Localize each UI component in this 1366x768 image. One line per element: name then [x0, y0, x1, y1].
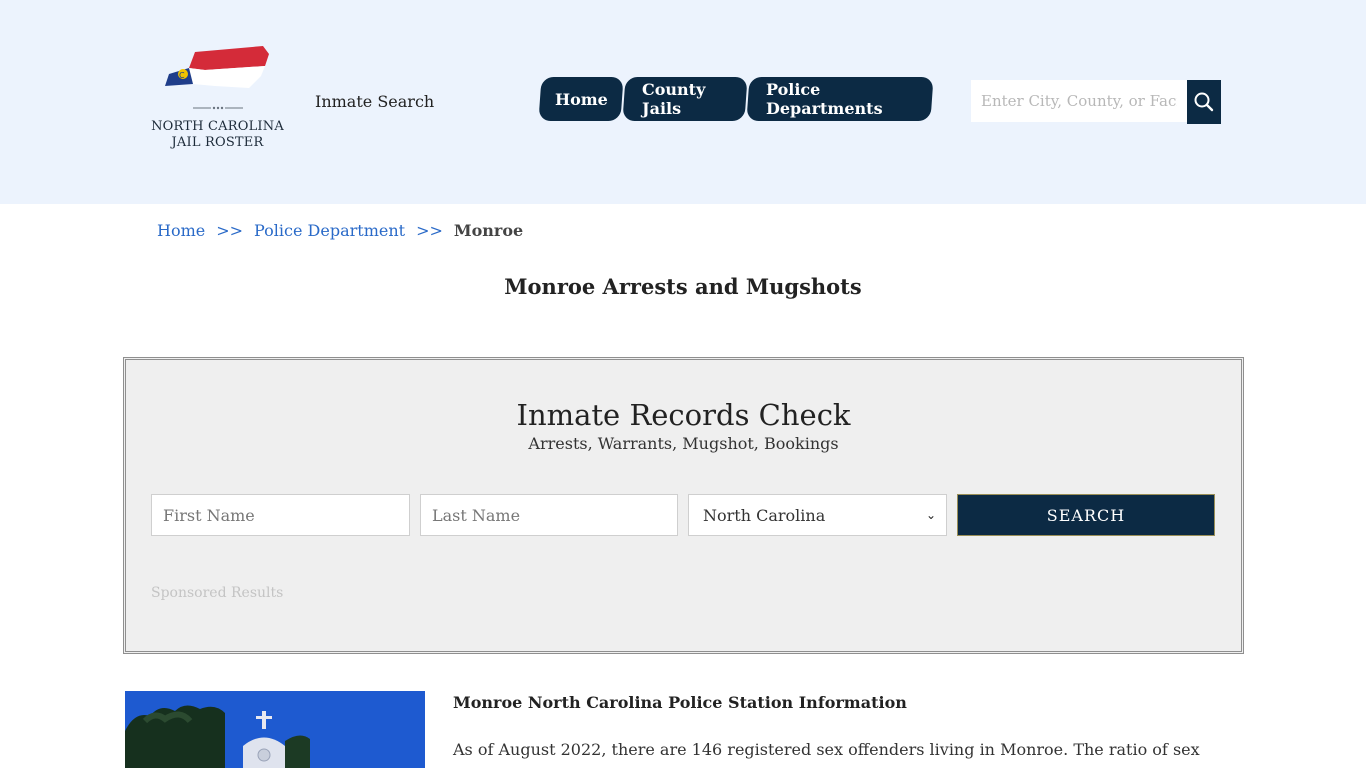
nav-home-label: Home — [554, 89, 608, 109]
breadcrumb-police-department[interactable]: Police Department — [254, 221, 405, 240]
breadcrumb-home[interactable]: Home — [157, 221, 205, 240]
site-header: C NORTH CAROLINA JAIL ROSTER Inmate Sear… — [0, 0, 1366, 204]
breadcrumb-separator: >> — [216, 221, 244, 240]
info-text: As of August 2022, there are 146 registe… — [453, 740, 1200, 768]
state-select[interactable]: North Carolina ⌄ — [688, 494, 947, 536]
building-photo-icon — [125, 691, 425, 768]
sponsored-results-label: Sponsored Results — [151, 585, 284, 601]
site-search-button[interactable] — [1187, 80, 1221, 124]
nav-county-jails-label: County Jails — [642, 80, 706, 118]
breadcrumb-current: Monroe — [453, 221, 524, 240]
last-name-input[interactable] — [420, 494, 678, 536]
site-logo[interactable]: C NORTH CAROLINA JAIL ROSTER — [145, 44, 290, 154]
site-search — [971, 80, 1221, 124]
info-title: Monroe North Carolina Police Station Inf… — [453, 693, 907, 712]
nav-county-jails[interactable]: County Jails — [622, 77, 748, 121]
logo-line-2: JAIL ROSTER — [171, 135, 264, 150]
police-station-photo — [125, 691, 425, 768]
records-title: Inmate Records Check — [516, 398, 851, 432]
site-search-input[interactable] — [971, 80, 1187, 122]
logo-line-1: NORTH CAROLINA — [151, 119, 284, 134]
breadcrumb-separator: >> — [416, 221, 443, 240]
inmate-search-link[interactable]: Inmate Search — [315, 92, 434, 111]
first-name-input[interactable] — [151, 494, 410, 536]
svg-text:C: C — [179, 71, 185, 80]
records-search-button[interactable]: SEARCH — [957, 494, 1215, 536]
nav-police-departments-label: Police Departments — [766, 80, 883, 118]
logo-text: NORTH CAROLINA JAIL ROSTER — [145, 119, 290, 151]
main-nav: Home County Jails Police Departments — [538, 77, 934, 121]
nav-police-departments[interactable]: Police Departments — [746, 77, 934, 121]
records-subtitle: Arrests, Warrants, Mugshot, Bookings — [528, 434, 839, 453]
breadcrumb: Home >> Police Department >> Monroe — [157, 221, 523, 240]
page-title: Monroe Arrests and Mugshots — [504, 274, 862, 299]
inmate-records-check: Inmate Records Check Arrests, Warrants, … — [123, 357, 1244, 654]
chevron-down-icon: ⌄ — [925, 508, 936, 522]
nav-home[interactable]: Home — [538, 77, 624, 121]
state-select-value: North Carolina — [703, 505, 826, 525]
north-carolina-flag-map-icon: C — [165, 46, 269, 110]
search-icon — [1194, 92, 1214, 112]
